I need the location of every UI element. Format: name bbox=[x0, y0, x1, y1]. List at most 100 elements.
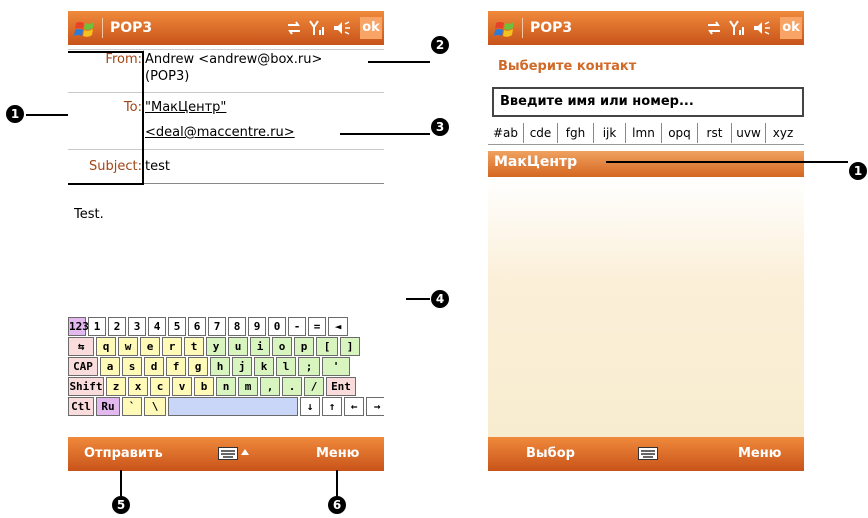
ok-button[interactable]: ok bbox=[360, 17, 382, 39]
from-account[interactable]: (POP3) bbox=[145, 69, 189, 84]
keyboard-icon[interactable] bbox=[638, 447, 658, 460]
message-body[interactable]: Test. bbox=[74, 207, 104, 222]
keyboard-key[interactable]: j bbox=[232, 357, 252, 376]
alphabet-tab[interactable]: #ab bbox=[488, 123, 524, 143]
select-softkey[interactable]: Выбор bbox=[526, 446, 575, 461]
keyboard-key[interactable]: a bbox=[100, 357, 120, 376]
keyboard-key[interactable]: m bbox=[238, 377, 258, 396]
sync-arrows-icon[interactable] bbox=[284, 19, 304, 37]
keyboard-key[interactable]: 1 bbox=[88, 317, 106, 336]
send-softkey[interactable]: Отправить bbox=[84, 446, 163, 461]
input-panel-arrow-icon[interactable] bbox=[241, 449, 249, 455]
keyboard-key[interactable]: v bbox=[172, 377, 192, 396]
keyboard-key[interactable]: s bbox=[122, 357, 142, 376]
volume-icon[interactable] bbox=[752, 19, 772, 37]
signal-strength-icon[interactable] bbox=[728, 19, 748, 37]
keyboard-key[interactable]: [ bbox=[316, 337, 338, 356]
windows-logo-icon[interactable] bbox=[494, 19, 516, 39]
keyboard-icon[interactable] bbox=[218, 447, 238, 460]
keyboard-key[interactable]: Shift bbox=[68, 377, 104, 396]
keyboard-key[interactable]: CAP bbox=[68, 357, 98, 376]
keyboard-key[interactable]: i bbox=[250, 337, 270, 356]
to-recipient-email[interactable]: <deal@maccentre.ru> bbox=[145, 125, 295, 140]
keyboard-key[interactable]: , bbox=[260, 377, 280, 396]
keyboard-key[interactable]: b bbox=[194, 377, 214, 396]
keyboard-key[interactable]: Ru bbox=[96, 397, 120, 416]
menu-bar: Выбор Меню bbox=[488, 437, 804, 471]
keyboard-key[interactable]: d bbox=[144, 357, 164, 376]
keyboard-key[interactable]: 0 bbox=[268, 317, 286, 336]
keyboard-key[interactable]: y bbox=[206, 337, 226, 356]
alphabet-tab[interactable]: cde bbox=[524, 123, 558, 143]
keyboard-key[interactable]: / bbox=[304, 377, 324, 396]
keyboard-key[interactable]: ` bbox=[122, 397, 142, 416]
alphabet-tab[interactable]: ijk bbox=[594, 123, 626, 143]
keyboard-key[interactable]: ↓ bbox=[300, 397, 320, 416]
keyboard-key[interactable]: t bbox=[184, 337, 204, 356]
keyboard-key[interactable]: ↑ bbox=[322, 397, 342, 416]
keyboard-key[interactable]: z bbox=[106, 377, 126, 396]
keyboard-key[interactable]: → bbox=[366, 397, 384, 416]
from-value[interactable]: Andrew <andrew@box.ru> bbox=[145, 52, 322, 67]
keyboard-key[interactable]: ⇆ bbox=[68, 337, 94, 356]
keyboard-key[interactable]: e bbox=[140, 337, 160, 356]
title-separator bbox=[522, 18, 523, 38]
sync-arrows-icon[interactable] bbox=[704, 19, 724, 37]
keyboard-key[interactable]: ← bbox=[344, 397, 364, 416]
volume-icon[interactable] bbox=[332, 19, 352, 37]
keyboard-key[interactable]: ◄ bbox=[328, 317, 348, 336]
keyboard-key[interactable]: 5 bbox=[168, 317, 186, 336]
keyboard-key[interactable]: \ bbox=[144, 397, 166, 416]
keyboard-key[interactable]: k bbox=[254, 357, 274, 376]
keyboard-key[interactable]: r bbox=[162, 337, 182, 356]
keyboard-key[interactable]: Ent bbox=[326, 377, 356, 396]
signal-strength-icon[interactable] bbox=[308, 19, 328, 37]
keyboard-key[interactable]: ; bbox=[298, 357, 320, 376]
alphabet-tabs: #ab cde fgh ijk lmn opq rst uvw xyz bbox=[488, 121, 804, 145]
alphabet-tab[interactable]: opq bbox=[662, 123, 698, 143]
keyboard-key[interactable]: 7 bbox=[208, 317, 226, 336]
keyboard-key[interactable]: w bbox=[118, 337, 138, 356]
ok-button[interactable]: ok bbox=[780, 17, 802, 39]
keyboard-key[interactable]: u bbox=[228, 337, 248, 356]
contact-search-input[interactable]: Введите имя или номер... bbox=[492, 87, 804, 117]
keyboard-key[interactable]: ' bbox=[322, 357, 350, 376]
keyboard-key[interactable]: g bbox=[188, 357, 208, 376]
keyboard-key[interactable]: 3 bbox=[128, 317, 146, 336]
keyboard-key[interactable]: f bbox=[166, 357, 186, 376]
keyboard-key[interactable]: l bbox=[276, 357, 296, 376]
keyboard-key[interactable]: . bbox=[282, 377, 302, 396]
alphabet-tab[interactable]: lmn bbox=[626, 123, 662, 143]
contact-list-item[interactable]: МакЦентр bbox=[488, 151, 804, 177]
keyboard-key[interactable]: Ctl bbox=[68, 397, 94, 416]
keyboard-key[interactable]: h bbox=[210, 357, 230, 376]
keyboard-key[interactable]: n bbox=[216, 377, 236, 396]
callout-5: 5 bbox=[112, 496, 130, 514]
keyboard-key[interactable]: 123 bbox=[68, 317, 89, 336]
spacebar-key[interactable] bbox=[168, 397, 298, 416]
subject-field[interactable]: test bbox=[145, 159, 170, 174]
alphabet-tab[interactable]: rst bbox=[698, 123, 732, 143]
menu-softkey[interactable]: Меню bbox=[738, 446, 781, 461]
keyboard-key[interactable]: o bbox=[272, 337, 292, 356]
alphabet-tab[interactable]: uvw bbox=[732, 123, 766, 143]
callout-line bbox=[406, 298, 430, 300]
callout-3: 3 bbox=[431, 118, 449, 136]
keyboard-key[interactable]: 4 bbox=[148, 317, 166, 336]
to-recipient-name[interactable]: "МакЦентр" bbox=[145, 100, 226, 115]
keyboard-key[interactable]: = bbox=[308, 317, 326, 336]
alphabet-tab[interactable]: xyz bbox=[766, 123, 800, 143]
keyboard-key[interactable]: c bbox=[150, 377, 170, 396]
keyboard-key[interactable]: 8 bbox=[228, 317, 246, 336]
keyboard-key[interactable]: x bbox=[128, 377, 148, 396]
keyboard-key[interactable]: 2 bbox=[108, 317, 126, 336]
windows-logo-icon[interactable] bbox=[74, 19, 96, 39]
keyboard-key[interactable]: - bbox=[288, 317, 306, 336]
keyboard-key[interactable]: ] bbox=[340, 337, 360, 356]
keyboard-key[interactable]: q bbox=[96, 337, 116, 356]
keyboard-key[interactable]: 6 bbox=[188, 317, 206, 336]
keyboard-key[interactable]: p bbox=[294, 337, 314, 356]
alphabet-tab[interactable]: fgh bbox=[558, 123, 594, 143]
menu-softkey[interactable]: Меню bbox=[316, 446, 359, 461]
keyboard-key[interactable]: 9 bbox=[248, 317, 266, 336]
